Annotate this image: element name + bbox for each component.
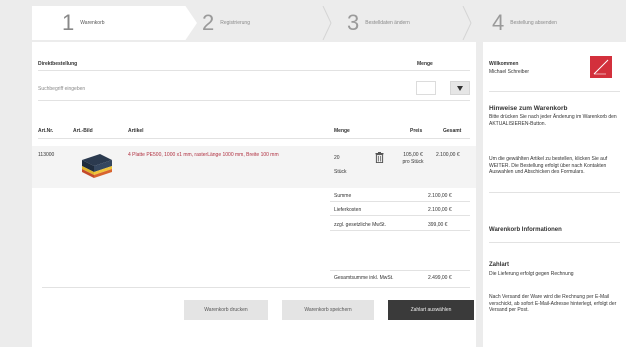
user-name: Michael Schreiber: [489, 69, 530, 75]
col-header-qty: Menge: [334, 128, 350, 134]
welcome-label: Willkommen: [489, 61, 519, 67]
summary-label: zzgl. gesetzliche MwSt.: [334, 222, 386, 228]
grand-total-label: Gesamtsumme inkl. MwSt.: [334, 275, 394, 281]
col-header-total: Gesamt: [443, 128, 462, 134]
divider: [38, 70, 470, 71]
step-2-registration[interactable]: 2 Registrierung: [202, 6, 250, 40]
hint-text-1: Bitte drücken Sie nach jeder Änderung im…: [489, 114, 617, 127]
divider: [38, 138, 470, 139]
step-label: Warenkorb: [80, 20, 105, 26]
divider: [489, 192, 620, 193]
col-header-article: Artikel: [128, 128, 144, 134]
row-price: 105,00 € pro Stück: [399, 152, 427, 166]
dropdown-arrow-icon: [457, 85, 463, 91]
step-1-cart[interactable]: 1 Warenkorb: [32, 6, 197, 40]
divider: [330, 230, 470, 231]
trash-icon[interactable]: [375, 152, 384, 163]
print-cart-button[interactable]: Warenkorb drucken: [184, 300, 268, 320]
save-cart-button[interactable]: Warenkorb speichern: [282, 300, 374, 320]
summary-value: 399,00 €: [428, 222, 448, 228]
quick-order-search-input[interactable]: Suchbegriff eingeben: [38, 86, 85, 92]
brand-logo: [590, 56, 612, 78]
grand-total-value: 2.499,00 €: [428, 275, 452, 281]
row-price-value: 105,00 €: [403, 152, 423, 158]
step-label: Bestelldaten ändern: [365, 20, 410, 26]
divider: [330, 270, 470, 271]
step-4-submit[interactable]: 4 Bestellung absenden: [492, 6, 557, 40]
payment-text: Nach Versand der Ware wird die Rechnung …: [489, 294, 617, 313]
divider: [42, 287, 470, 288]
col-header-image: Art.-Bild: [73, 128, 93, 134]
payment-subtitle: Die Lieferung erfolgt gegen Rechnung: [489, 271, 574, 277]
col-header-art-nr: Art.Nr.: [38, 128, 54, 134]
row-article-desc[interactable]: 4 Platte PE500, 1000 x1 mm, rasterLänge …: [128, 152, 318, 159]
hint-text-2: Um die gewählten Artikel zu bestellen, k…: [489, 156, 608, 175]
step-separator-icon: [322, 6, 332, 40]
divider: [38, 100, 470, 101]
divider: [330, 215, 470, 216]
summary-value: 2.100,00 €: [428, 193, 452, 199]
quick-order-qty-header: Menge: [417, 61, 433, 67]
step-number: 2: [202, 10, 215, 35]
step-label: Registrierung: [220, 20, 250, 26]
row-unit: Stück: [334, 169, 347, 175]
cart-panel: Direktbestellung Menge Suchbegriff einge…: [32, 42, 476, 347]
row-art-nr: 113000: [38, 152, 55, 158]
sidebar: Willkommen Michael Schreiber Hinweise zu…: [483, 42, 626, 347]
quick-order-add-button[interactable]: [450, 81, 470, 95]
checkout-steps: 1 Warenkorb 2 Registrierung 3 Bestelldat…: [0, 0, 626, 40]
divider: [489, 242, 620, 243]
product-image[interactable]: [78, 148, 114, 182]
table-row: 113000 4 Platte PE500, 1000 x1 mm, raste…: [32, 146, 476, 188]
quick-order-qty-input[interactable]: [416, 81, 436, 95]
step-number: 3: [347, 10, 360, 35]
row-total: 2.100,00 €: [436, 152, 460, 158]
cart-info-title[interactable]: Warenkorb Informationen: [489, 227, 562, 233]
brand-logo-icon: [593, 59, 609, 75]
step-label: Bestellung absenden: [510, 20, 557, 26]
divider: [489, 91, 620, 92]
step-3-order-data[interactable]: 3 Bestelldaten ändern: [347, 6, 410, 40]
divider: [330, 201, 470, 202]
choose-payment-button[interactable]: Zahlart auswählen: [388, 300, 474, 320]
step-number: 1: [62, 10, 75, 35]
row-price-unit: pro Stück: [402, 159, 424, 165]
step-number: 4: [492, 10, 505, 35]
summary-label: Lieferkosten: [334, 207, 362, 213]
quick-order-title: Direktbestellung: [38, 61, 78, 67]
summary-label: Summe: [334, 193, 352, 199]
step-separator-icon: [462, 6, 472, 40]
summary-value: 2.100,00 €: [428, 207, 452, 213]
col-header-price: Preis: [410, 128, 423, 134]
row-qty[interactable]: 20: [334, 155, 340, 161]
payment-title: Zahlart: [489, 262, 510, 268]
hint-title: Hinweise zum Warenkorb: [489, 105, 568, 112]
